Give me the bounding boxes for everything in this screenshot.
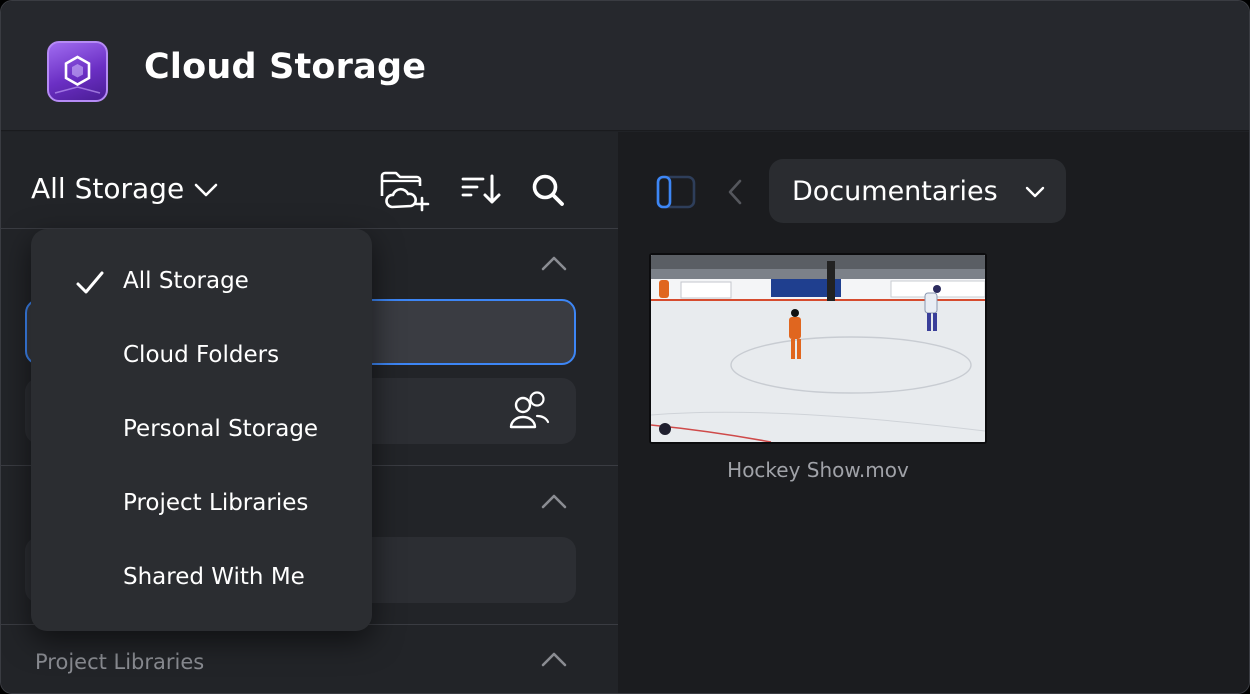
chevron-up-icon[interactable] <box>541 254 567 274</box>
app-title: Cloud Storage <box>144 47 427 87</box>
back-chevron-icon[interactable] <box>726 178 744 210</box>
dropdown-item-label: Personal Storage <box>123 416 319 442</box>
dropdown-item-cloud-folders[interactable]: Cloud Folders <box>31 328 372 386</box>
breadcrumb-current: Documentaries <box>792 175 998 207</box>
storage-filter-select[interactable]: All Storage <box>31 172 218 205</box>
chevron-down-icon <box>194 182 218 201</box>
breadcrumb-folder-select[interactable]: Documentaries <box>769 159 1066 223</box>
chevron-up-icon[interactable] <box>541 650 567 670</box>
sort-button[interactable] <box>455 170 507 214</box>
chevron-up-icon[interactable] <box>541 492 567 512</box>
file-name[interactable]: Hockey Show.mov <box>649 458 987 482</box>
app-cube-icon <box>47 41 108 102</box>
app-window: Cloud Storage All Storage Project Librar… <box>0 0 1250 694</box>
dropdown-item-shared-with-me[interactable]: Shared With Me <box>31 550 372 608</box>
storage-filter-dropdown: All Storage Cloud Folders Personal Stora… <box>31 229 372 631</box>
hockey-rink-thumbnail <box>651 255 985 442</box>
storage-filter-label: All Storage <box>31 172 185 205</box>
dropdown-item-label: Cloud Folders <box>123 342 280 368</box>
shared-people-icon <box>507 390 551 434</box>
dropdown-item-label: Shared With Me <box>123 564 305 590</box>
dropdown-item-label: Project Libraries <box>123 490 309 516</box>
checkmark-icon <box>75 270 105 300</box>
search-button[interactable] <box>522 170 574 214</box>
title-bar: Cloud Storage <box>1 1 1249 131</box>
folder-cloud-plus-icon <box>378 168 430 216</box>
new-cloud-folder-button[interactable] <box>378 170 430 214</box>
sort-icon <box>459 172 503 212</box>
sidebar-toggle-icon[interactable] <box>656 175 696 213</box>
section-label-project-libraries: Project Libraries <box>35 650 205 674</box>
dropdown-item-label: All Storage <box>123 268 249 294</box>
file-thumbnail[interactable] <box>649 253 987 444</box>
dropdown-item-project-libraries[interactable]: Project Libraries <box>31 476 372 534</box>
dropdown-item-all-storage[interactable]: All Storage <box>31 254 372 312</box>
search-icon <box>530 172 566 212</box>
dropdown-item-personal-storage[interactable]: Personal Storage <box>31 402 372 460</box>
chevron-down-icon <box>1025 183 1045 202</box>
